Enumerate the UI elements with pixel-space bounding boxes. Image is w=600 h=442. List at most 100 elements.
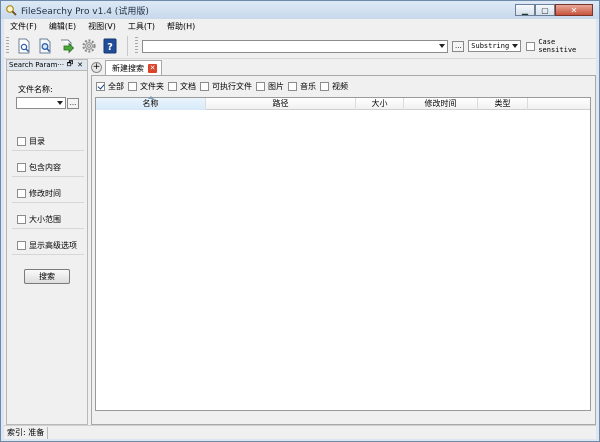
type-filter-executables[interactable]: 可执行文件	[200, 81, 252, 92]
type-filter-documents-checkbox[interactable]	[168, 82, 177, 91]
search-input-combo[interactable]	[142, 39, 449, 53]
panel-float-icon[interactable]: 🗗	[65, 60, 75, 71]
match-mode-value: Substring	[471, 42, 510, 50]
filter-directory-checkbox[interactable]	[17, 137, 26, 146]
filter-show-advanced[interactable]: 显示高级选项	[12, 237, 84, 255]
filename-label: 文件名称:	[18, 85, 53, 94]
case-sensitive-label: Case sensitive	[538, 38, 577, 54]
chevron-down-icon	[512, 44, 519, 48]
column-name[interactable]: 名称	[96, 96, 206, 110]
panel-close-icon[interactable]: ✕	[75, 61, 85, 69]
tab-close-icon[interactable]: ✕	[148, 63, 157, 73]
new-search-icon	[18, 38, 30, 54]
search-history-button[interactable]: ...	[452, 40, 465, 52]
type-filter-folders-checkbox[interactable]	[128, 82, 137, 91]
go-button[interactable]	[58, 37, 76, 55]
menu-edit[interactable]: 编辑(E)	[43, 21, 82, 32]
type-filter-all-checkbox[interactable]	[96, 82, 105, 91]
panel-header: Search Param··· 🗗 ✕	[7, 60, 87, 71]
type-filter-executables-checkbox[interactable]	[200, 82, 209, 91]
menu-tools[interactable]: 工具(T)	[122, 21, 161, 32]
filter-size-range-checkbox[interactable]	[17, 215, 26, 224]
search-window-button[interactable]	[37, 37, 55, 55]
type-filter-all[interactable]: 全部	[96, 81, 124, 92]
tab-label: 新建搜索	[112, 63, 144, 73]
title-bar: FileSearchy Pro v1.4 (试用版) ▁ ▢ ✕	[1, 1, 599, 19]
menu-view[interactable]: 视图(V)	[82, 21, 122, 32]
filter-size-range[interactable]: 大小范围	[12, 211, 84, 229]
type-filter-video[interactable]: 视频	[320, 81, 348, 92]
toolbar-grip[interactable]	[6, 37, 9, 55]
menu-file[interactable]: 文件(F)	[4, 21, 43, 32]
type-filter-images-label: 图片	[268, 82, 284, 91]
filter-show-advanced-checkbox[interactable]	[17, 241, 26, 250]
type-filter-images[interactable]: 图片	[256, 81, 284, 92]
menu-bar: 文件(F) 编辑(E) 视图(V) 工具(T) 帮助(H)	[4, 19, 596, 34]
type-filter-music-checkbox[interactable]	[288, 82, 297, 91]
filename-input[interactable]	[16, 97, 66, 109]
settings-gear-icon	[82, 39, 96, 53]
app-magnifier-icon	[6, 5, 17, 16]
minimize-button[interactable]: ▁	[515, 4, 535, 16]
type-filter-images-checkbox[interactable]	[256, 82, 265, 91]
column-size[interactable]: 大小	[356, 98, 404, 110]
new-tab-button[interactable]: +	[91, 62, 102, 73]
results-header: 名称 路径 大小 修改时间 类型	[96, 96, 590, 110]
filter-directory-label: 目录	[29, 137, 45, 146]
go-arrow-icon	[61, 39, 75, 54]
type-filter-folders[interactable]: 文件夹	[128, 81, 164, 92]
filter-size-range-label: 大小范围	[29, 215, 61, 224]
filter-modified-time-label: 修改时间	[29, 189, 61, 198]
filter-contains-text-checkbox[interactable]	[17, 163, 26, 172]
toolbar-grip-2[interactable]	[135, 37, 139, 55]
type-filter-folders-label: 文件夹	[140, 82, 164, 91]
window-title: FileSearchy Pro v1.4 (试用版)	[21, 6, 149, 17]
column-path-label: 路径	[272, 99, 289, 108]
search-button[interactable]: 搜索	[24, 269, 70, 284]
case-sensitive-checkbox[interactable]	[526, 41, 536, 51]
column-type-label: 类型	[494, 99, 511, 108]
type-filter-all-label: 全部	[108, 82, 124, 91]
tab-strip: + 新建搜索 ✕	[91, 59, 596, 75]
type-filter-documents[interactable]: 文档	[168, 81, 196, 92]
type-filter-video-checkbox[interactable]	[320, 82, 329, 91]
filter-contains-text[interactable]: 包含内容	[12, 159, 84, 177]
maximize-button[interactable]: ▢	[535, 4, 555, 16]
match-mode-select[interactable]: Substring	[468, 40, 522, 52]
menu-help[interactable]: 帮助(H)	[161, 21, 201, 32]
column-name-label: 名称	[142, 99, 159, 108]
type-filter-music-label: 音乐	[300, 82, 316, 91]
app-window: FileSearchy Pro v1.4 (试用版) ▁ ▢ ✕ 文件(F) 编…	[0, 0, 600, 442]
type-filter-music[interactable]: 音乐	[288, 81, 316, 92]
chevron-down-icon[interactable]	[439, 43, 446, 48]
help-icon: ?	[103, 38, 117, 54]
search-params-panel: Search Param··· 🗗 ✕ 文件名称: ... 目录 包含内容 修改…	[6, 59, 88, 425]
type-filter-documents-label: 文档	[180, 82, 196, 91]
case-sensitive-toggle[interactable]: Case sensitive	[526, 38, 596, 54]
column-modified[interactable]: 修改时间	[404, 98, 478, 110]
filter-directory[interactable]: 目录	[12, 133, 84, 151]
help-button[interactable]: ?	[102, 37, 120, 55]
search-window-icon	[39, 38, 51, 54]
close-window-button[interactable]: ✕	[555, 4, 593, 16]
tab-content: 全部 文件夹 文档 可执行文件 图片 音乐 视频 名称 路径 大小 修改时间 类…	[91, 75, 596, 425]
column-size-label: 大小	[371, 99, 388, 108]
filter-modified-time-checkbox[interactable]	[17, 189, 26, 198]
client-area: 文件(F) 编辑(E) 视图(V) 工具(T) 帮助(H) ? ... Subs…	[4, 19, 596, 439]
filter-contains-text-label: 包含内容	[29, 163, 61, 172]
chevron-down-icon[interactable]	[57, 101, 63, 105]
type-filter-video-label: 视频	[332, 82, 348, 91]
tab-new-search[interactable]: 新建搜索 ✕	[105, 60, 162, 75]
search-input[interactable]	[145, 40, 436, 52]
filter-show-advanced-label: 显示高级选项	[29, 241, 77, 250]
sort-ascending-icon	[147, 96, 154, 99]
column-path[interactable]: 路径	[206, 98, 356, 110]
filter-modified-time[interactable]: 修改时间	[12, 185, 84, 203]
new-search-button[interactable]	[15, 37, 33, 55]
type-filter-executables-label: 可执行文件	[212, 82, 252, 91]
results-list[interactable]: 名称 路径 大小 修改时间 类型	[95, 96, 591, 411]
filename-browse-button[interactable]: ...	[67, 98, 79, 109]
settings-button[interactable]	[80, 37, 98, 55]
search-area: + 新建搜索 ✕ 全部 文件夹 文档 可执行文件 图片 音乐 视频 名称 路径 …	[91, 59, 596, 425]
column-type[interactable]: 类型	[478, 98, 528, 110]
